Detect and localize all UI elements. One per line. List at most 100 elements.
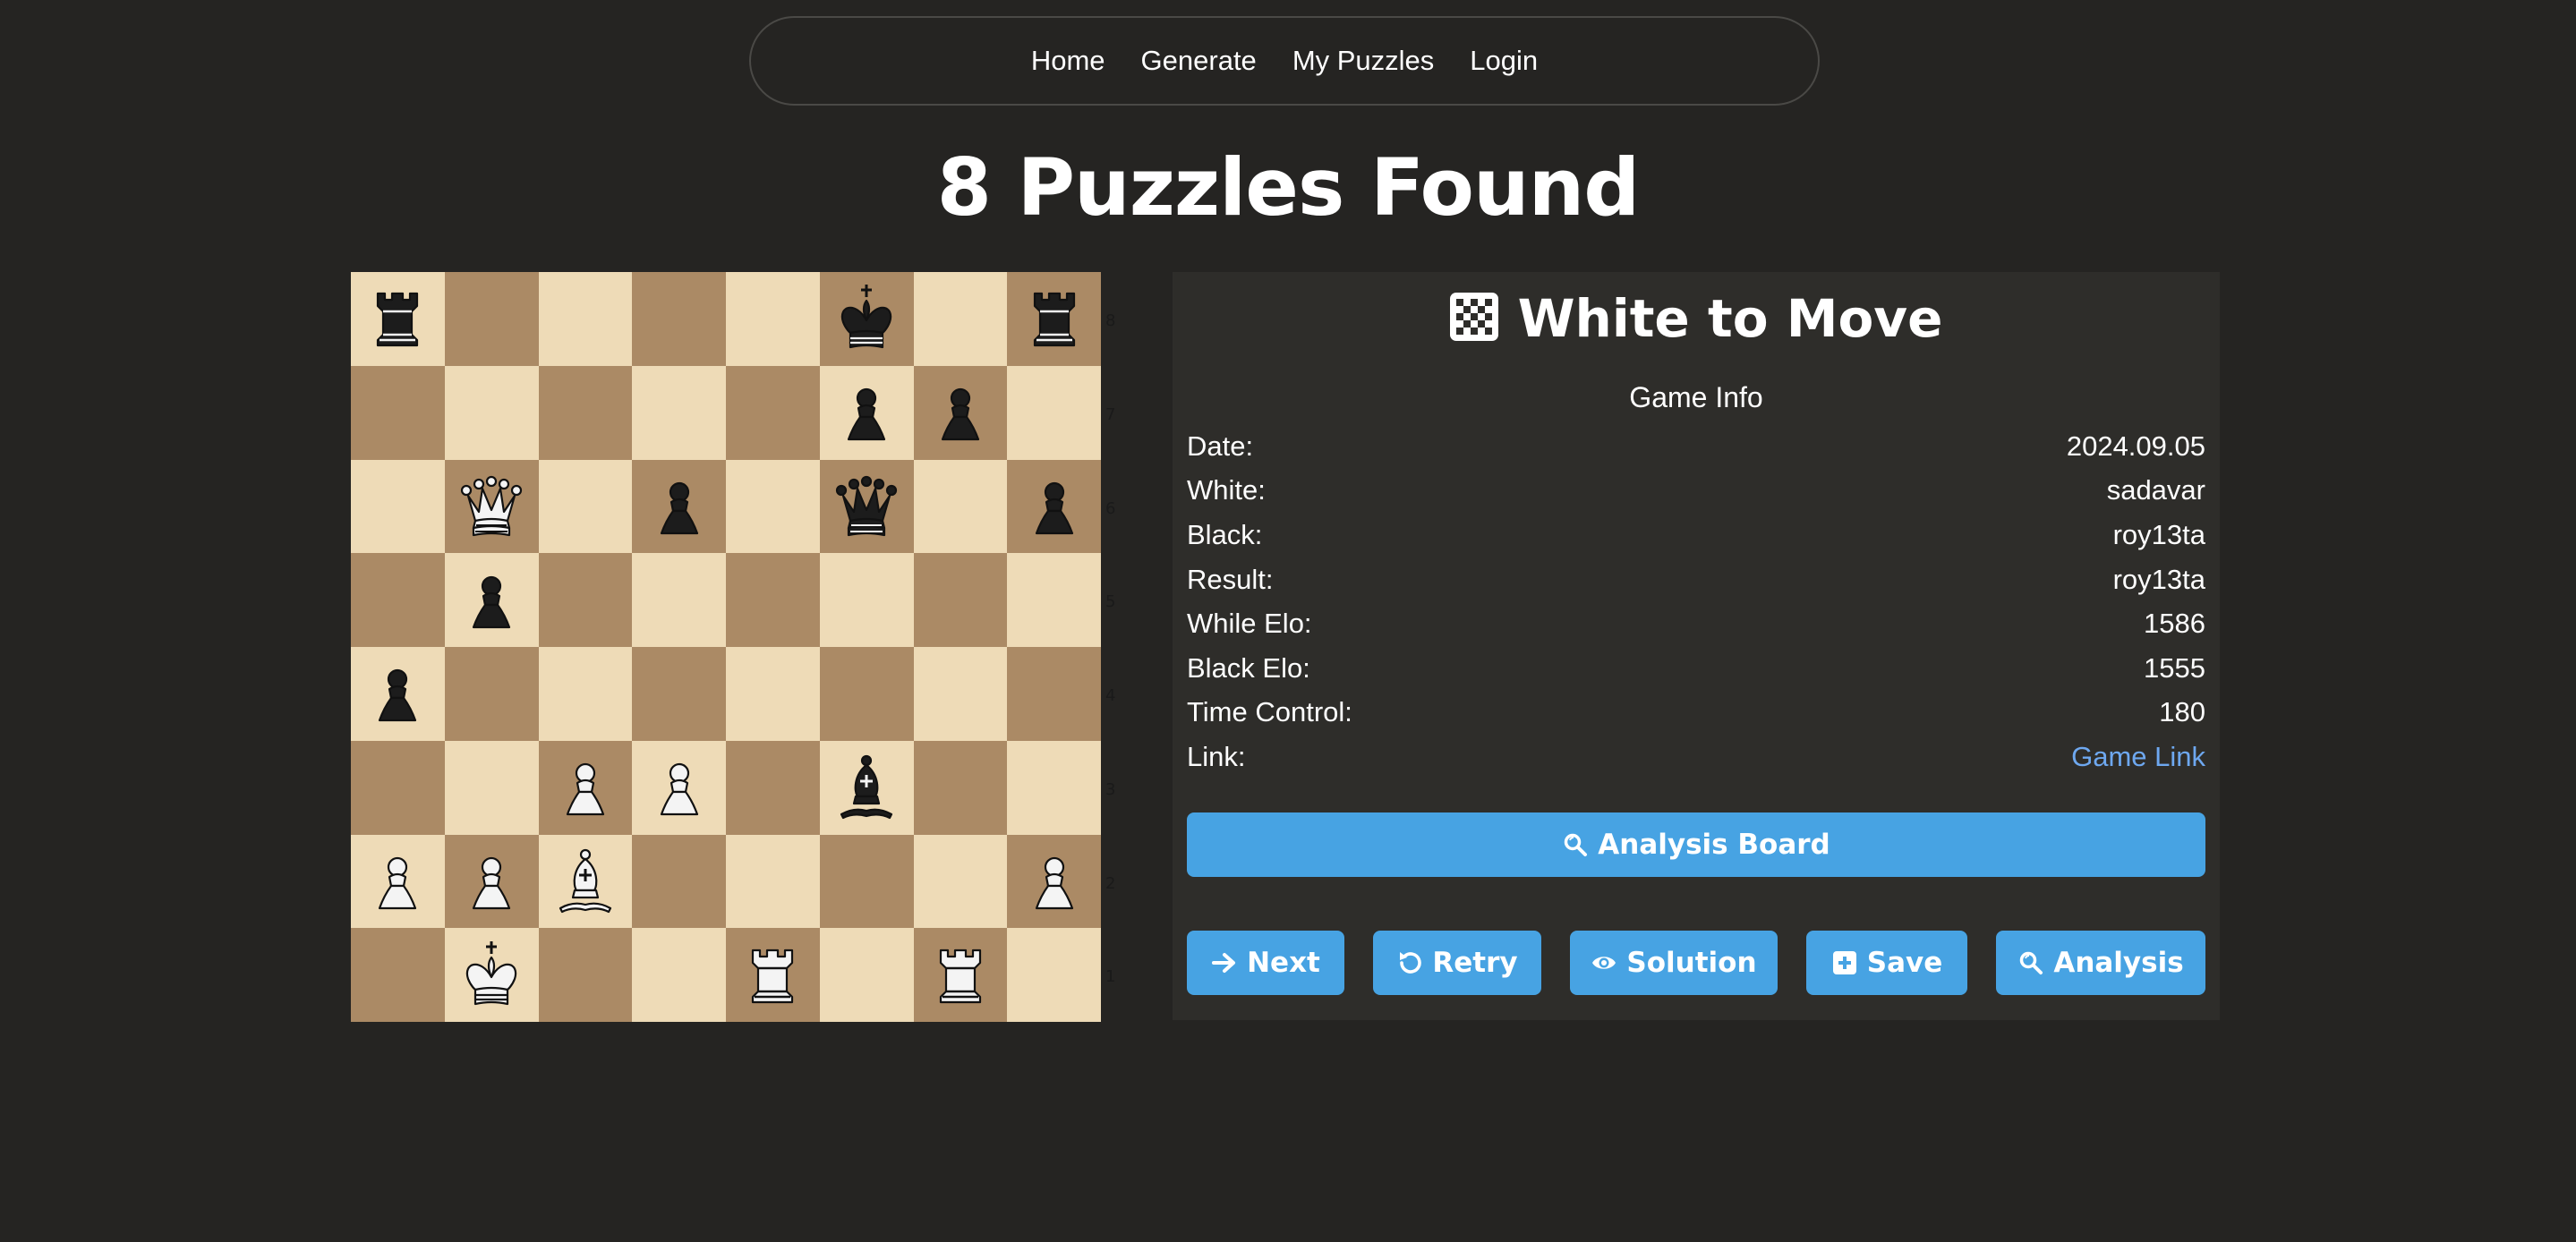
white-rook-icon[interactable] xyxy=(923,938,998,1013)
square-b7[interactable] xyxy=(444,365,539,460)
game-link[interactable]: Game Link xyxy=(2071,741,2205,773)
square-b5[interactable] xyxy=(444,553,539,647)
white-pawn-icon[interactable] xyxy=(548,750,623,825)
info-row-date: Date: 2024.09.05 xyxy=(1187,424,2205,469)
square-c5[interactable] xyxy=(538,553,633,647)
white-bishop-icon[interactable] xyxy=(548,844,623,919)
square-c6[interactable] xyxy=(538,459,633,554)
square-b8[interactable] xyxy=(444,272,539,366)
square-a8[interactable] xyxy=(351,272,445,366)
square-h2[interactable] xyxy=(1007,834,1101,929)
square-f4[interactable] xyxy=(819,647,914,741)
white-king-icon[interactable] xyxy=(454,938,529,1013)
square-g8[interactable] xyxy=(913,272,1008,366)
square-c1[interactable] xyxy=(538,928,633,1022)
square-b4[interactable] xyxy=(444,647,539,741)
square-f2[interactable] xyxy=(819,834,914,929)
black-king-icon[interactable] xyxy=(829,281,904,356)
black-pawn-icon[interactable] xyxy=(1017,469,1092,544)
square-e4[interactable] xyxy=(726,647,820,741)
square-f3[interactable] xyxy=(819,740,914,835)
square-g5[interactable] xyxy=(913,553,1008,647)
chess-board[interactable] xyxy=(351,272,1101,1022)
square-d4[interactable] xyxy=(632,647,726,741)
square-b1[interactable] xyxy=(444,928,539,1022)
square-f6[interactable] xyxy=(819,459,914,554)
save-button[interactable]: Save xyxy=(1806,931,1967,995)
analysis-button[interactable]: Analysis xyxy=(1996,931,2205,995)
square-g3[interactable] xyxy=(913,740,1008,835)
square-e2[interactable] xyxy=(726,834,820,929)
square-f5[interactable] xyxy=(819,553,914,647)
black-queen-icon[interactable] xyxy=(829,469,904,544)
info-label: White: xyxy=(1187,474,1266,506)
square-d3[interactable] xyxy=(632,740,726,835)
square-g2[interactable] xyxy=(913,834,1008,929)
square-f7[interactable] xyxy=(819,365,914,460)
square-a1[interactable] xyxy=(351,928,445,1022)
analysis-board-button[interactable]: Analysis Board xyxy=(1187,812,2205,877)
square-b3[interactable] xyxy=(444,740,539,835)
nav-login-link[interactable]: Login xyxy=(1470,45,1538,77)
square-f8[interactable] xyxy=(819,272,914,366)
white-pawn-icon[interactable] xyxy=(642,750,717,825)
square-a7[interactable] xyxy=(351,365,445,460)
black-rook-icon[interactable] xyxy=(1017,281,1092,356)
square-c2[interactable] xyxy=(538,834,633,929)
square-h4[interactable] xyxy=(1007,647,1101,741)
square-c4[interactable] xyxy=(538,647,633,741)
black-pawn-icon[interactable] xyxy=(454,563,529,638)
black-pawn-icon[interactable] xyxy=(360,656,435,731)
square-a3[interactable] xyxy=(351,740,445,835)
black-pawn-icon[interactable] xyxy=(829,375,904,450)
white-queen-icon[interactable] xyxy=(454,469,529,544)
white-rook-icon[interactable] xyxy=(735,938,810,1013)
square-e5[interactable] xyxy=(726,553,820,647)
white-pawn-icon[interactable] xyxy=(454,844,529,919)
retry-button[interactable]: Retry xyxy=(1373,931,1541,995)
square-e3[interactable] xyxy=(726,740,820,835)
nav-home-link[interactable]: Home xyxy=(1031,45,1105,77)
next-button[interactable]: Next xyxy=(1187,931,1344,995)
square-c8[interactable] xyxy=(538,272,633,366)
square-e7[interactable] xyxy=(726,365,820,460)
square-d2[interactable] xyxy=(632,834,726,929)
square-c3[interactable] xyxy=(538,740,633,835)
black-pawn-icon[interactable] xyxy=(923,375,998,450)
square-g7[interactable] xyxy=(913,365,1008,460)
black-bishop-icon[interactable] xyxy=(829,750,904,825)
square-h5[interactable] xyxy=(1007,553,1101,647)
square-d5[interactable] xyxy=(632,553,726,647)
square-h7[interactable] xyxy=(1007,365,1101,460)
square-g4[interactable] xyxy=(913,647,1008,741)
square-g6[interactable] xyxy=(913,459,1008,554)
square-a2[interactable] xyxy=(351,834,445,929)
square-d1[interactable] xyxy=(632,928,726,1022)
square-f1[interactable] xyxy=(819,928,914,1022)
white-pawn-icon[interactable] xyxy=(1017,844,1092,919)
black-rook-icon[interactable] xyxy=(360,281,435,356)
square-g1[interactable] xyxy=(913,928,1008,1022)
square-d7[interactable] xyxy=(632,365,726,460)
nav-generate-link[interactable]: Generate xyxy=(1141,45,1257,77)
square-a4[interactable] xyxy=(351,647,445,741)
solution-button[interactable]: Solution xyxy=(1570,931,1778,995)
square-h8[interactable] xyxy=(1007,272,1101,366)
square-c7[interactable] xyxy=(538,365,633,460)
square-d6[interactable] xyxy=(632,459,726,554)
square-e1[interactable] xyxy=(726,928,820,1022)
square-a5[interactable] xyxy=(351,553,445,647)
square-h1[interactable] xyxy=(1007,928,1101,1022)
square-e8[interactable] xyxy=(726,272,820,366)
square-d8[interactable] xyxy=(632,272,726,366)
info-label: Time Control: xyxy=(1187,696,1352,728)
square-h6[interactable] xyxy=(1007,459,1101,554)
nav-my-puzzles-link[interactable]: My Puzzles xyxy=(1292,45,1434,77)
square-b6[interactable] xyxy=(444,459,539,554)
square-b2[interactable] xyxy=(444,834,539,929)
white-pawn-icon[interactable] xyxy=(360,844,435,919)
square-a6[interactable] xyxy=(351,459,445,554)
square-h3[interactable] xyxy=(1007,740,1101,835)
black-pawn-icon[interactable] xyxy=(642,469,717,544)
square-e6[interactable] xyxy=(726,459,820,554)
